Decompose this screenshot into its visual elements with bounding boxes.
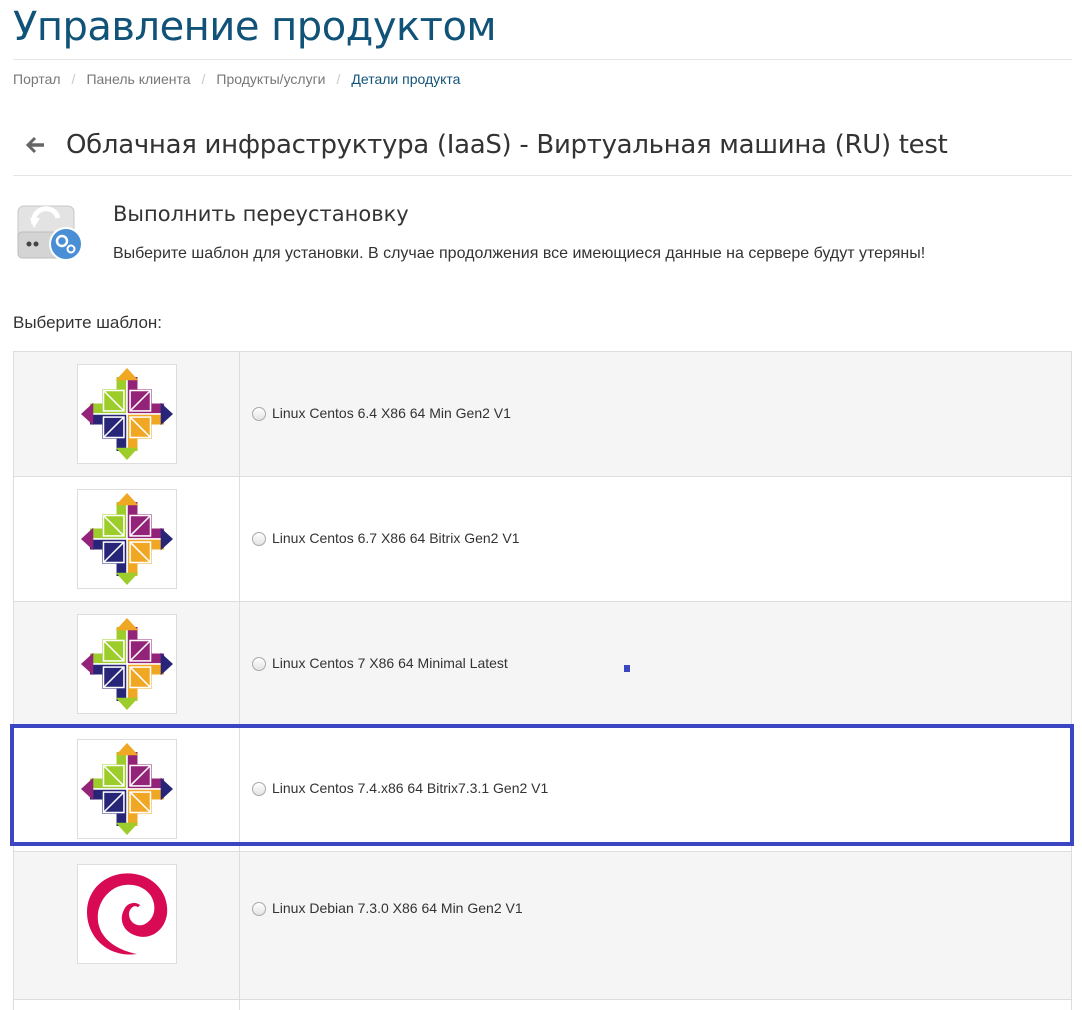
breadcrumb-separator: /: [71, 71, 76, 87]
reinstall-description: Выберите шаблон для установки. В случае …: [113, 245, 926, 262]
centos-logo-icon: [76, 364, 177, 464]
template-radio[interactable]: [252, 532, 266, 546]
product-name: Облачная инфраструктура (IaaS) - Виртуал…: [66, 130, 948, 160]
template-radio[interactable]: [252, 407, 266, 421]
breadcrumb: Портал / Панель клиента / Продукты/услуг…: [13, 71, 460, 87]
template-name[interactable]: Linux Centos 7 X86 64 Minimal Latest: [272, 655, 508, 671]
breadcrumb-portal[interactable]: Портал: [13, 71, 61, 87]
template-radio[interactable]: [252, 657, 266, 671]
template-radio[interactable]: [252, 782, 266, 796]
header-divider: [13, 175, 1072, 176]
breadcrumb-separator: /: [201, 71, 206, 87]
template-row[interactable]: Linux Centos 7.4.x86 64 Bitrix7.3.1 Gen2…: [14, 727, 1071, 852]
centos-logo-icon: [76, 614, 177, 714]
server-reinstall-icon: [14, 196, 88, 270]
back-arrow-icon[interactable]: [25, 135, 46, 155]
template-name[interactable]: Linux Centos 6.4 X86 64 Min Gen2 V1: [272, 405, 511, 421]
debian-logo-icon: [76, 864, 177, 964]
centos-logo-icon: [76, 489, 177, 589]
template-name[interactable]: Linux Centos 6.7 X86 64 Bitrix Gen2 V1: [272, 530, 519, 546]
template-row[interactable]: Linux Centos 7 X86 64 Minimal Latest: [14, 602, 1071, 727]
product-header: Облачная инфраструктура (IaaS) - Виртуал…: [25, 130, 948, 160]
mouse-cursor-marker: [624, 665, 630, 672]
template-row[interactable]: Linux Debian 7.3.0 X86 64 Min Gen2 V1: [14, 852, 1071, 1000]
centos-logo-icon: [76, 739, 177, 839]
breadcrumb-products[interactable]: Продукты/услуги: [216, 71, 325, 87]
breadcrumb-separator: /: [336, 71, 341, 87]
reinstall-title: Выполнить переустановку: [113, 202, 409, 226]
template-row[interactable]: Linux Centos 6.7 X86 64 Bitrix Gen2 V1: [14, 477, 1071, 602]
template-name[interactable]: Linux Debian 7.3.0 X86 64 Min Gen2 V1: [272, 900, 523, 916]
choose-template-label: Выберите шаблон:: [13, 313, 163, 332]
title-divider: [13, 59, 1072, 60]
page-title: Управление продуктом: [13, 4, 497, 50]
template-list: Linux Centos 6.4 X86 64 Min Gen2 V1 Linu…: [13, 351, 1072, 1010]
template-row-partial: [14, 1000, 1071, 1010]
template-radio[interactable]: [252, 902, 266, 916]
breadcrumb-product-details: Детали продукта: [351, 71, 461, 87]
breadcrumb-client-panel[interactable]: Панель клиента: [86, 71, 190, 87]
template-name[interactable]: Linux Centos 7.4.x86 64 Bitrix7.3.1 Gen2…: [272, 780, 548, 796]
template-row[interactable]: Linux Centos 6.4 X86 64 Min Gen2 V1: [14, 352, 1071, 477]
